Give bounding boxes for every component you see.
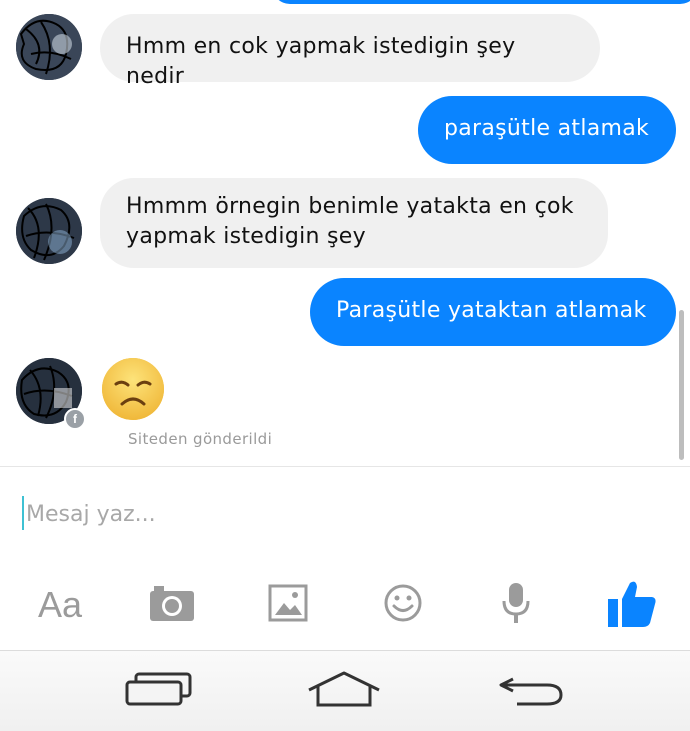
sent-from-status: Siteden gönderildi — [128, 430, 273, 448]
gallery-button[interactable] — [264, 570, 312, 640]
incoming-message-bubble[interactable]: Hmm en cok yapmak istedigin şey nedir — [100, 14, 600, 89]
facebook-badge-icon: f — [64, 408, 86, 430]
font-style-button[interactable]: Aa — [30, 570, 90, 640]
message-text: paraşütle atlamak — [444, 116, 650, 141]
thumbs-up-icon — [606, 577, 658, 633]
home-icon — [306, 670, 382, 712]
outgoing-message-bubble[interactable]: Paraşütle yataktan atlamak — [310, 278, 676, 346]
back-button[interactable] — [492, 661, 568, 721]
recent-apps-button[interactable] — [120, 661, 196, 721]
microphone-icon — [500, 581, 532, 629]
outgoing-message-bubble[interactable]: paraşütle atlamak — [418, 96, 676, 164]
contact-avatar[interactable] — [16, 14, 82, 80]
previous-message-bubble — [272, 0, 690, 4]
disappointed-face-emoji[interactable] — [102, 358, 164, 420]
message-text: Hmm en cok yapmak istedigin şey nedir — [126, 34, 516, 89]
image-icon — [268, 584, 308, 626]
message-thread[interactable]: Hmm en cok yapmak istedigin şey nedir pa… — [0, 0, 690, 466]
back-icon — [495, 671, 565, 711]
message-text: Paraşütle yataktan atlamak — [336, 298, 647, 323]
home-button[interactable] — [304, 661, 384, 721]
recent-apps-icon — [123, 671, 193, 711]
system-navigation-bar — [0, 650, 690, 731]
camera-button[interactable] — [146, 570, 198, 640]
text-cursor — [22, 496, 24, 530]
emoji-button[interactable] — [380, 570, 426, 640]
scrollbar[interactable] — [679, 310, 684, 460]
emoji-icon — [383, 583, 423, 627]
composer-toolbar: Aa — [0, 570, 690, 648]
camera-icon — [148, 583, 196, 627]
voice-button[interactable] — [496, 570, 536, 640]
message-text: Hmmm örnegin benimle yatakta en çok yapm… — [126, 194, 574, 249]
like-button[interactable] — [604, 570, 660, 640]
message-input[interactable] — [26, 495, 646, 533]
incoming-message-bubble[interactable]: Hmmm örnegin benimle yatakta en çok yapm… — [100, 178, 608, 268]
contact-avatar[interactable] — [16, 198, 82, 264]
